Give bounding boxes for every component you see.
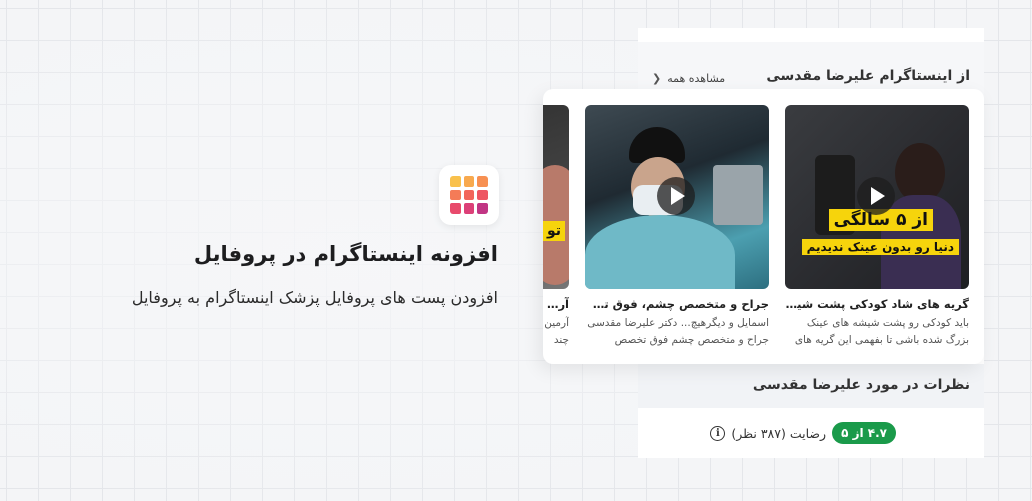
- instagram-post[interactable]: جراح و متخصص چشم، فوق تخصـ... اسمایل و د…: [585, 105, 769, 349]
- surgical-gown: [585, 215, 735, 289]
- post-description: باید کودکی رو پشت شیشه های عینک بزرگ شده…: [794, 317, 969, 346]
- reviews-section-title: نظرات در مورد علیرضا مقدسی: [752, 377, 970, 393]
- chevron-left-icon: ❮: [652, 72, 662, 85]
- reviews-section-header: نظرات در مورد علیرضا مقدسی: [638, 364, 984, 408]
- rating-text: رضایت (۳۸۷ نظر): [731, 425, 827, 441]
- post-description: اسمایل و دیگرهیچ... دکتر علیرضا مقدسی جر…: [587, 317, 769, 346]
- post-description: آرمین چند س: [544, 317, 569, 346]
- microscope: [713, 165, 763, 225]
- feature-icon-box: [439, 165, 499, 225]
- instagram-post[interactable]: تو آرمین آرمین چند س: [543, 105, 569, 349]
- instagram-section-title: از اینستاگرام علیرضا مقدسی: [766, 68, 970, 84]
- rating-badge: ۴.۷ از ۵: [832, 422, 896, 444]
- instagram-post[interactable]: از ۵ سالگی دنیا رو بدون عینک ندیدیم گریه…: [785, 105, 969, 349]
- person-figure: [895, 143, 945, 203]
- see-all-link[interactable]: مشاهده همه ❮: [652, 72, 725, 85]
- post-title: آرمین: [543, 297, 569, 311]
- post-thumbnail[interactable]: [585, 105, 769, 289]
- play-icon[interactable]: [657, 177, 695, 215]
- see-all-label: مشاهده همه: [667, 72, 726, 85]
- post-title: گریه های شاد کودکی پشت شیشهای...: [785, 297, 969, 311]
- rating-row: ۴.۷ از ۵ رضایت (۳۸۷ نظر) i: [710, 422, 896, 444]
- overlay-text-line1: تو: [543, 221, 566, 241]
- overlay-text-line2: دنیا رو بدون عینک ندیدیم: [801, 239, 959, 255]
- instagram-grid-icon: [450, 176, 488, 214]
- post-thumbnail[interactable]: از ۵ سالگی دنیا رو بدون عینک ندیدیم: [785, 105, 969, 289]
- play-icon[interactable]: [857, 177, 895, 215]
- info-icon[interactable]: i: [710, 425, 726, 441]
- panel-top-strip: [638, 28, 984, 43]
- feature-subtitle: افزودن پست های پروفایل پزشک اینستاگرام ب…: [131, 288, 498, 307]
- post-thumbnail[interactable]: تو: [543, 105, 569, 289]
- feature-title: افزونه اینستاگرام در پروفایل: [193, 242, 498, 266]
- instagram-posts-carousel[interactable]: از ۵ سالگی دنیا رو بدون عینک ندیدیم گریه…: [543, 89, 984, 364]
- post-title: جراح و متخصص چشم، فوق تخصـ...: [585, 297, 769, 311]
